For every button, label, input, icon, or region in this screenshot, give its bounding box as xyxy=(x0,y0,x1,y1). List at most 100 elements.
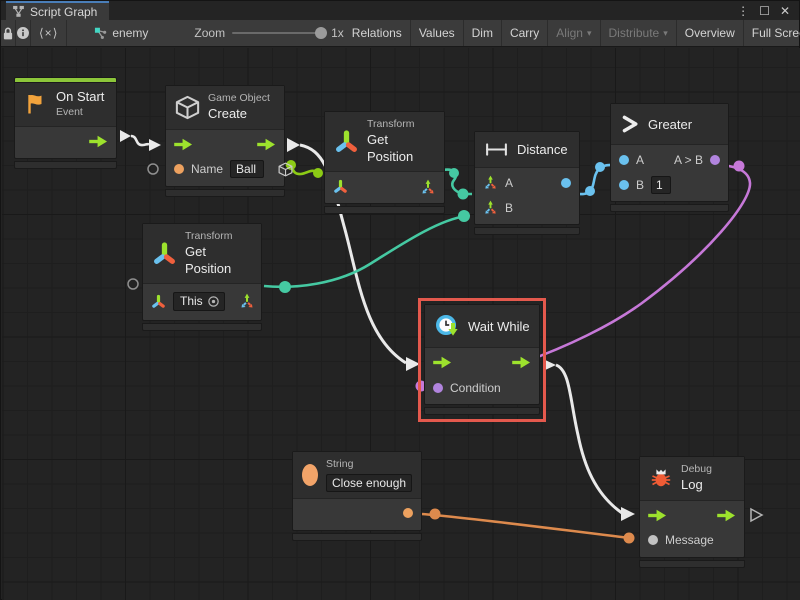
tab-title: Script Graph xyxy=(30,5,97,19)
flow-in-port[interactable] xyxy=(648,509,667,522)
distance-icon xyxy=(484,142,509,157)
condition-in-port[interactable] xyxy=(433,383,443,393)
zoom-slider-handle[interactable] xyxy=(315,27,327,39)
flow-out-port[interactable] xyxy=(717,509,736,522)
node-gameobject-create[interactable]: Game Object Create Name xyxy=(165,85,285,197)
lock-button[interactable] xyxy=(1,20,16,46)
align-button[interactable]: Align ▾ xyxy=(548,20,600,46)
info-button[interactable] xyxy=(16,20,31,46)
message-in-port[interactable] xyxy=(648,535,658,545)
graph-canvas[interactable]: On Start Event Game Ob xyxy=(2,48,800,600)
wire-string-to-message[interactable] xyxy=(422,509,635,544)
port-label: A > B xyxy=(674,153,703,167)
transform-icon xyxy=(152,241,177,266)
node-title: String xyxy=(326,458,412,472)
vector3-b-port[interactable] xyxy=(483,200,498,215)
code-preview-button[interactable]: ⟨×⟩ xyxy=(31,20,67,46)
cube-icon xyxy=(175,95,200,120)
node-title: Greater xyxy=(648,117,692,132)
name-port[interactable] xyxy=(174,164,184,174)
vector3-out-port[interactable] xyxy=(420,179,436,195)
node-category: Debug xyxy=(681,463,712,477)
graph-toolbar: ⟨×⟩ enemy Zoom 1x Relations Values Dim C… xyxy=(1,20,799,47)
values-button[interactable]: Values xyxy=(411,20,464,46)
target-field[interactable]: This xyxy=(173,292,225,311)
b-value-input[interactable] xyxy=(651,176,671,194)
node-footer xyxy=(610,204,729,212)
full-screen-button[interactable]: Full Screen xyxy=(744,20,800,46)
a-in-port[interactable] xyxy=(619,155,629,165)
port-label: Message xyxy=(665,533,714,547)
node-title: Get Position xyxy=(185,244,252,278)
node-string-literal[interactable]: String xyxy=(292,451,422,541)
node-footer xyxy=(142,323,262,331)
node-category: Game Object xyxy=(208,92,270,106)
unity-script-graph-window: Script Graph ⋮ ☐ ✕ ⟨×⟩ enemy Zoom 1x Rel… xyxy=(0,0,800,600)
target-value: This xyxy=(180,294,203,308)
close-icon[interactable]: ✕ xyxy=(780,4,790,18)
b-in-port[interactable] xyxy=(619,180,629,190)
node-category: Transform xyxy=(185,230,252,244)
node-title: On Start xyxy=(56,89,104,106)
wait-clock-icon xyxy=(434,313,460,339)
tab-script-graph[interactable]: Script Graph xyxy=(6,1,109,20)
node-greater[interactable]: Greater A A > B B xyxy=(610,103,729,212)
node-footer xyxy=(474,227,580,235)
object-picker-icon[interactable] xyxy=(207,295,220,308)
unconnected-port-hint[interactable] xyxy=(148,164,158,174)
node-distance[interactable]: Distance A B xyxy=(474,131,580,235)
flow-out-port[interactable] xyxy=(89,135,108,148)
node-get-position-ball[interactable]: Transform Get Position xyxy=(324,111,445,214)
chevron-down-icon: ▾ xyxy=(663,28,668,39)
vector3-out-port[interactable] xyxy=(239,293,255,309)
graph-name: enemy xyxy=(112,26,148,40)
overview-button[interactable]: Overview xyxy=(677,20,744,46)
node-debug-log[interactable]: Debug Log Message xyxy=(639,456,745,568)
flow-in-port[interactable] xyxy=(174,138,193,151)
relations-button[interactable]: Relations xyxy=(344,20,411,46)
port-label: Name xyxy=(191,162,223,176)
name-input[interactable] xyxy=(230,160,264,178)
port-label: A xyxy=(636,153,644,167)
string-out-port[interactable] xyxy=(403,508,413,518)
transform-in-port[interactable] xyxy=(333,179,348,194)
transform-in-port[interactable] xyxy=(151,294,166,309)
wire-getposition-to-distance-b[interactable] xyxy=(264,210,470,293)
node-on-start-event[interactable]: On Start Event xyxy=(14,77,117,169)
node-title: Wait While xyxy=(468,319,530,334)
wire-onstart-to-create[interactable] xyxy=(120,130,161,151)
zoom-slider[interactable] xyxy=(232,32,324,34)
node-footer xyxy=(292,533,422,541)
chevron-down-icon: ▾ xyxy=(587,28,592,39)
greater-icon xyxy=(620,114,640,134)
carry-button[interactable]: Carry xyxy=(502,20,548,46)
flow-in-port[interactable] xyxy=(433,356,452,369)
zoom-control: Zoom 1x xyxy=(194,20,343,46)
port-label: B xyxy=(505,201,513,215)
wire-waitwhile-to-log[interactable] xyxy=(543,359,635,521)
distance-out-port[interactable] xyxy=(561,178,571,188)
gameobject-out-port[interactable] xyxy=(278,162,293,177)
flag-icon xyxy=(24,92,48,116)
distribute-button[interactable]: Distribute ▾ xyxy=(601,20,677,46)
wire-getposition-to-distance-a[interactable] xyxy=(443,168,472,200)
maximize-icon[interactable]: ☐ xyxy=(759,4,770,18)
result-out-port[interactable] xyxy=(710,155,720,165)
dim-button[interactable]: Dim xyxy=(464,20,502,46)
vector3-a-port[interactable] xyxy=(483,175,498,190)
string-icon xyxy=(302,464,318,486)
unconnected-flow-hint[interactable] xyxy=(751,509,762,521)
node-footer xyxy=(324,206,445,214)
node-get-position-this[interactable]: Transform Get Position This xyxy=(142,223,262,331)
node-category: Transform xyxy=(367,118,435,132)
port-label: A xyxy=(505,176,513,190)
string-input[interactable] xyxy=(326,474,412,492)
port-label: Condition xyxy=(450,381,501,395)
unconnected-port-hint[interactable] xyxy=(128,279,138,289)
flow-out-port[interactable] xyxy=(257,138,276,151)
flow-out-port[interactable] xyxy=(512,356,531,369)
graph-icon xyxy=(94,27,107,40)
menu-icon[interactable]: ⋮ xyxy=(737,4,749,18)
node-wait-while[interactable]: Wait While Condition xyxy=(424,304,540,415)
graph-breadcrumb[interactable]: enemy xyxy=(84,20,158,46)
